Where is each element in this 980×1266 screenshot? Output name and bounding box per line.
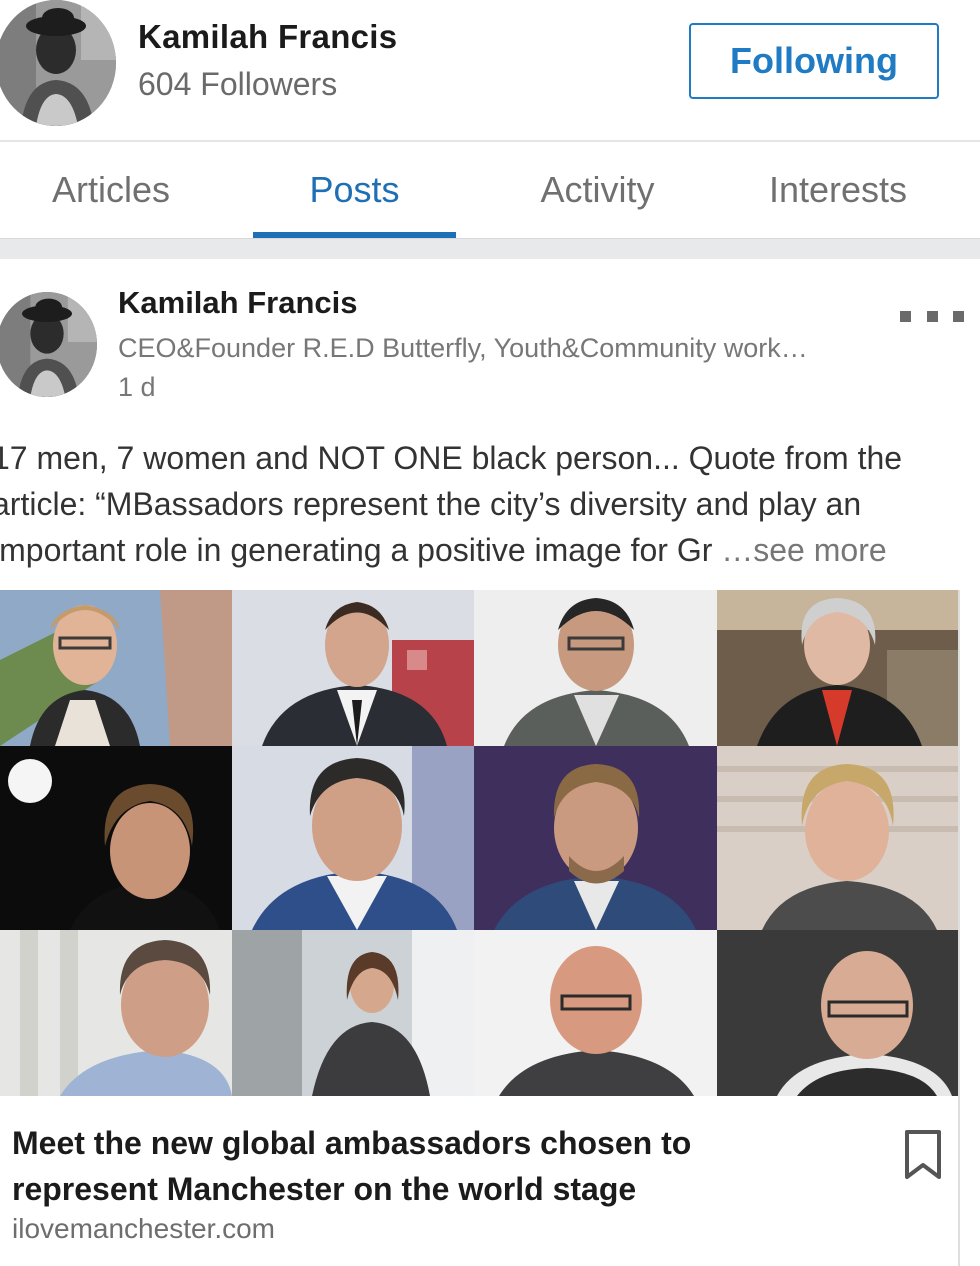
portrait-photo (717, 930, 958, 1096)
dot (953, 310, 964, 322)
post-body: 17 men, 7 women and NOT ONE black person… (0, 435, 980, 573)
article-source: ilovemanchester.com (12, 1213, 276, 1244)
dot (900, 310, 911, 322)
post-timestamp: 1 d (118, 372, 156, 402)
see-more-link[interactable]: …see more (721, 532, 886, 568)
section-divider (0, 239, 980, 259)
portrait-photo (717, 590, 958, 746)
profile-name[interactable]: Kamilah Francis (138, 18, 397, 56)
profile-header: Kamilah Francis 604 Followers Following (0, 0, 980, 142)
post-card: Kamilah Francis CEO&Founder R.E.D Butter… (0, 259, 980, 1266)
following-button[interactable]: Following (689, 23, 939, 99)
tab-posts[interactable]: Posts (253, 142, 456, 238)
portrait-photo (0, 746, 232, 930)
tab-activity[interactable]: Activity (480, 142, 715, 238)
article-image-collage[interactable] (0, 590, 958, 1096)
portrait-photo (0, 590, 232, 746)
portrait-photo (0, 930, 232, 1096)
post-text-line: article: “MBassadors represent the city’… (0, 486, 862, 522)
post-author-name[interactable]: Kamilah Francis (118, 285, 357, 321)
article-title-line: represent Manchester on the world stage (12, 1171, 637, 1207)
portrait-photo (474, 930, 717, 1096)
article-title[interactable]: Meet the new global ambassadors chosen t… (12, 1120, 872, 1212)
portrait-photo (474, 590, 717, 746)
avatar-image (0, 0, 116, 126)
portrait-photo (232, 930, 474, 1096)
article-card[interactable]: Meet the new global ambassadors chosen t… (0, 590, 960, 1266)
post-text-line-last: important role in generating a positive … (0, 527, 980, 573)
avatar-image (0, 292, 97, 397)
more-dots-icon[interactable] (900, 303, 964, 329)
post-author-headline: CEO&Founder R.E.D Butterfly, Youth&Commu… (118, 333, 808, 363)
tab-interests[interactable]: Interests (725, 142, 951, 238)
portrait-photo (474, 746, 717, 930)
portrait-photo (717, 746, 958, 930)
follower-count: 604 Followers (138, 66, 338, 102)
bookmark-glyph (905, 1130, 941, 1179)
post-text-line: important role in generating a positive … (0, 532, 722, 568)
post-text-line: 17 men, 7 women and NOT ONE black person… (0, 440, 903, 476)
portrait-photo (232, 746, 474, 930)
post-author-avatar[interactable] (0, 292, 97, 397)
dot (926, 310, 938, 322)
article-title-line: Meet the new global ambassadors chosen t… (12, 1125, 692, 1161)
bookmark-icon[interactable] (902, 1128, 944, 1182)
profile-tabs: Articles Posts Activity Interests (0, 142, 980, 239)
active-tab-indicator (253, 232, 456, 238)
profile-avatar[interactable] (0, 0, 116, 126)
tab-articles[interactable]: Articles (0, 142, 222, 238)
portrait-photo (232, 590, 474, 746)
